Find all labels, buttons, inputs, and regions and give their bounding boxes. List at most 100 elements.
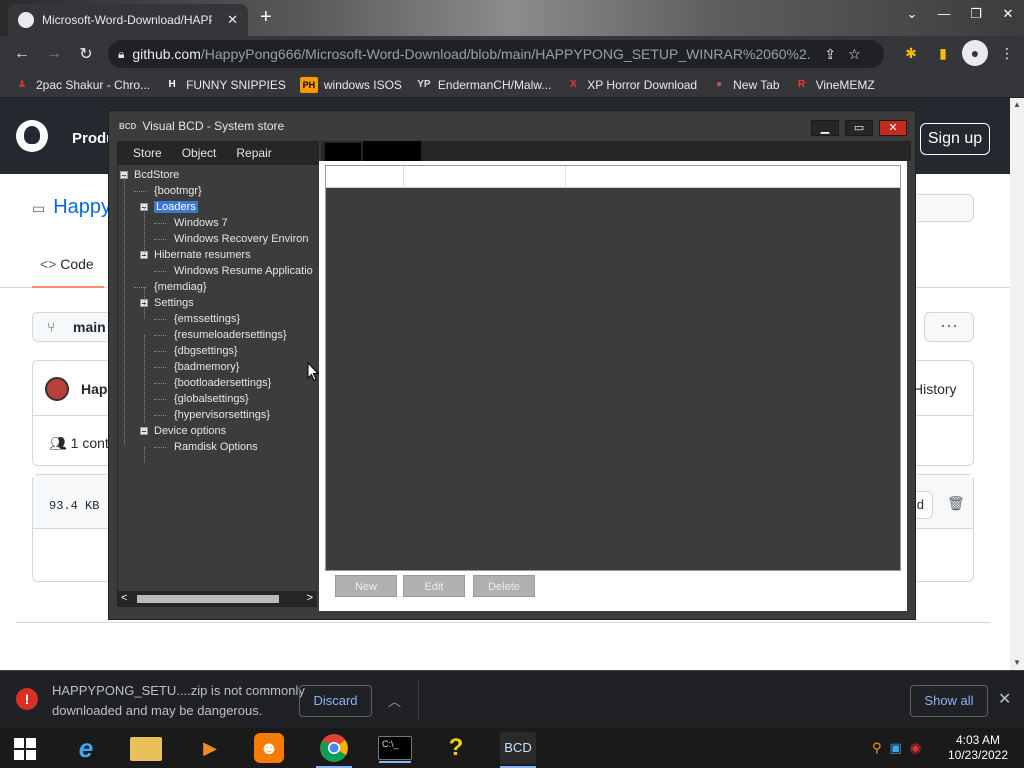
browser-tab[interactable]: Microsoft-Word-Download/HAPP ✕ bbox=[8, 4, 248, 36]
bcd-title-bar[interactable]: BCD Visual BCD - System store bbox=[109, 111, 915, 141]
bcd-minimize-button[interactable]: ▁ bbox=[811, 120, 839, 136]
search-icon[interactable]: ⚲ bbox=[872, 740, 882, 756]
chevron-up-icon[interactable]: ︿ bbox=[388, 691, 401, 710]
close-download-bar-icon[interactable]: ✕ bbox=[998, 689, 1011, 709]
tree-node[interactable]: {memdiag} bbox=[154, 279, 207, 295]
menu-kebab-icon[interactable]: ⋮ bbox=[994, 40, 1020, 66]
tree-node[interactable]: {globalsettings} bbox=[174, 391, 249, 407]
collapse-toggle-icon[interactable] bbox=[140, 427, 148, 435]
lock-icon[interactable]: 🔒︎ bbox=[118, 47, 124, 62]
edit-button[interactable]: Edit bbox=[403, 575, 465, 597]
new-button[interactable]: New bbox=[335, 575, 397, 597]
start-windows-icon[interactable] bbox=[14, 738, 36, 760]
tree-node[interactable]: Windows Recovery Environ bbox=[174, 231, 309, 247]
scroll-up-arrow-icon[interactable]: ▲ bbox=[1013, 100, 1021, 109]
github-logo-icon[interactable] bbox=[16, 120, 48, 152]
extensions-puzzle-icon[interactable]: ✱ bbox=[898, 40, 924, 66]
network-icon[interactable]: ▣ bbox=[890, 740, 902, 756]
grid-column-header[interactable] bbox=[326, 166, 404, 188]
tree-node[interactable]: {emssettings} bbox=[174, 311, 240, 327]
tree-horizontal-scrollbar[interactable]: < > bbox=[117, 591, 317, 607]
new-tab-button[interactable]: + bbox=[260, 6, 272, 29]
bookmark-item[interactable]: ● New Tab bbox=[711, 77, 780, 93]
bookmark-item[interactable]: X XP Horror Download bbox=[565, 77, 697, 93]
side-panel-icon[interactable]: ▮ bbox=[930, 40, 956, 66]
avatar[interactable] bbox=[45, 377, 69, 401]
restore-button[interactable]: ❐ bbox=[960, 0, 992, 28]
discard-button[interactable]: Discard bbox=[299, 685, 372, 717]
repo-owner[interactable]: Happy bbox=[53, 196, 111, 218]
page-scrollbar[interactable]: ▲ ▼ bbox=[1010, 98, 1024, 670]
tree-node[interactable]: {resumeloadersettings} bbox=[174, 327, 287, 343]
trash-icon[interactable]: 🗑︎ bbox=[947, 495, 965, 512]
volume-icon[interactable]: ◉ bbox=[910, 740, 921, 756]
bcd-maximize-button[interactable]: ▭ bbox=[845, 120, 873, 136]
tree-node[interactable]: Windows Resume Applicatio bbox=[174, 263, 313, 279]
scrollbar-thumb[interactable] bbox=[137, 595, 279, 603]
tree-node[interactable]: Loaders bbox=[154, 199, 198, 215]
menu-repair[interactable]: Repair bbox=[228, 146, 279, 160]
minimize-button[interactable]: — bbox=[928, 0, 960, 28]
tab-code[interactable]: <> Code bbox=[32, 256, 104, 288]
tree-node[interactable]: {bootloadersettings} bbox=[174, 375, 271, 391]
back-arrow-icon[interactable]: ← bbox=[6, 45, 38, 63]
tree-node[interactable]: {hypervisorsettings} bbox=[174, 407, 270, 423]
tree-node[interactable]: Device options bbox=[154, 423, 226, 439]
scroll-left-arrow-icon[interactable]: < bbox=[121, 592, 127, 604]
bookmark-star-icon[interactable]: ☆ bbox=[848, 46, 861, 63]
show-all-button[interactable]: Show all bbox=[910, 685, 988, 717]
history-link[interactable]: History bbox=[913, 381, 957, 397]
tree-node[interactable]: Windows 7 bbox=[174, 215, 228, 231]
contributors[interactable]: 👥︎ 1 cont bbox=[49, 435, 109, 452]
tree-node[interactable]: BcdStore bbox=[134, 167, 179, 183]
bcd-tab[interactable] bbox=[363, 141, 421, 161]
more-options-button[interactable]: ··· bbox=[924, 312, 974, 342]
bcd-close-button[interactable]: ✕ bbox=[879, 120, 907, 136]
tab-search-icon[interactable]: ⌄ bbox=[896, 0, 928, 28]
tree-node[interactable]: Ramdisk Options bbox=[174, 439, 258, 455]
url-text[interactable]: github.com/HappyPong666/Microsoft-Word-D… bbox=[132, 46, 812, 62]
reload-icon[interactable]: ↻ bbox=[70, 44, 102, 64]
repo-title[interactable]: ▭ Happy bbox=[32, 196, 111, 219]
bcd-element-grid[interactable] bbox=[325, 165, 901, 571]
help-question-icon[interactable]: ? bbox=[438, 732, 474, 764]
download-warning-text[interactable]: HAPPYPONG_SETU....zip is not commonly do… bbox=[52, 681, 305, 721]
address-bar[interactable]: 🔒︎ github.com/HappyPong666/Microsoft-Wor… bbox=[108, 40, 884, 68]
visual-bcd-taskbar-icon[interactable]: BCD bbox=[500, 732, 536, 768]
tree-node-label: Device options bbox=[154, 425, 227, 437]
internet-explorer-icon[interactable]: e bbox=[68, 732, 104, 764]
file-explorer-icon[interactable] bbox=[130, 737, 162, 761]
chrome-icon[interactable] bbox=[316, 732, 352, 768]
command-prompt-icon[interactable]: C:\_ bbox=[378, 736, 412, 763]
tree-node[interactable]: {dbgsettings} bbox=[174, 343, 238, 359]
uc-browser-icon[interactable]: ☻ bbox=[254, 733, 284, 763]
tree-node[interactable]: Hibernate resumers bbox=[154, 247, 251, 263]
media-player-icon[interactable]: ▶ bbox=[192, 732, 228, 764]
tab-close-icon[interactable]: ✕ bbox=[227, 12, 238, 28]
sign-up-button[interactable]: Sign up bbox=[920, 123, 990, 155]
share-icon[interactable]: ⇪ bbox=[824, 46, 836, 63]
tree-node[interactable]: Settings bbox=[154, 295, 194, 311]
scroll-right-arrow-icon[interactable]: > bbox=[307, 592, 313, 604]
clock[interactable]: 4:03 AM 10/23/2022 bbox=[946, 733, 1010, 763]
tree-node[interactable]: {badmemory} bbox=[174, 359, 239, 375]
bookmark-item[interactable]: YP EndermanCH/Malw... bbox=[416, 77, 551, 93]
bcd-tree-view[interactable]: BcdStore {bootmgr} Loaders Windows 7 Windows… bbox=[117, 165, 319, 591]
delete-button[interactable]: Delete bbox=[473, 575, 535, 597]
scroll-down-arrow-icon[interactable]: ▼ bbox=[1013, 658, 1021, 667]
menu-object[interactable]: Object bbox=[174, 146, 225, 160]
bookmark-item[interactable]: PH windows ISOS bbox=[299, 76, 402, 93]
tree-connector bbox=[154, 319, 166, 320]
tree-node[interactable]: {bootmgr} bbox=[154, 183, 202, 199]
close-window-button[interactable]: ✕ bbox=[992, 0, 1024, 28]
forward-arrow-icon[interactable]: → bbox=[38, 45, 70, 63]
bcd-tab[interactable] bbox=[325, 143, 361, 161]
commit-author[interactable]: Hap bbox=[81, 381, 107, 397]
menu-store[interactable]: Store bbox=[125, 146, 170, 160]
bookmark-item[interactable]: H FUNNY SNIPPIES bbox=[164, 77, 285, 93]
branch-icon: ⑂ bbox=[47, 319, 56, 335]
grid-column-header[interactable] bbox=[404, 166, 566, 188]
bookmark-item[interactable]: ♟ 2pac Shakur - Chro... bbox=[14, 77, 151, 93]
bookmark-item[interactable]: R VineMEMZ bbox=[794, 77, 875, 93]
profile-avatar-icon[interactable]: ● bbox=[962, 40, 988, 66]
